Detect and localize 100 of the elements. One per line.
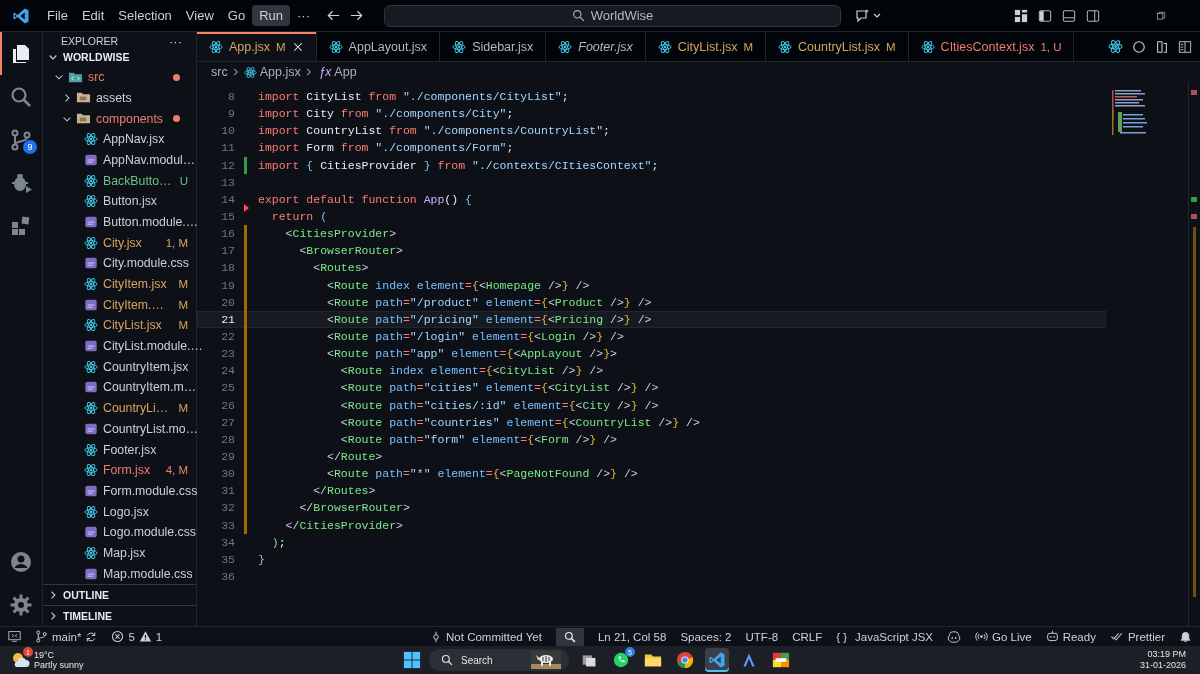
breadcrumb-item[interactable]: src (211, 65, 228, 79)
more-button[interactable]: ··· (290, 5, 317, 26)
go-live-button[interactable]: Go Live (975, 630, 1032, 643)
file-name[interactable]: Button.module.… (103, 214, 198, 229)
file-name[interactable]: Map.module.css (103, 566, 193, 581)
more-button[interactable]: ··· (169, 33, 182, 49)
atom-icon (84, 442, 98, 457)
folder-name[interactable]: assets (96, 90, 132, 105)
menu-item[interactable]: File (40, 5, 75, 26)
colorful-app-icon[interactable] (772, 651, 790, 669)
folder-name[interactable]: components (96, 111, 163, 126)
chat-app-icon[interactable] (612, 651, 630, 669)
line-ending-status[interactable]: CRLF (792, 630, 823, 643)
breadcrumb-item[interactable]: App (334, 65, 357, 79)
git-status-label: M (177, 402, 188, 415)
menu-item[interactable]: Selection (111, 5, 179, 26)
panel-toggle-icon[interactable] (1062, 8, 1076, 23)
sidebar-toggle-icon[interactable] (1038, 8, 1052, 23)
editor-tab[interactable]: Footer.jsx (546, 32, 646, 61)
menu-item[interactable]: Run (252, 5, 290, 26)
breadcrumb-item[interactable]: App.jsx (259, 65, 301, 79)
search-icon[interactable] (9, 84, 33, 109)
assistant-icon[interactable] (947, 629, 962, 644)
triangle-app-icon[interactable] (741, 652, 757, 668)
scrollbar[interactable] (1188, 82, 1200, 626)
line-number: 22 (220, 330, 235, 344)
section-title[interactable]: TIMELINE (63, 610, 112, 622)
ready-status[interactable]: Ready (1045, 630, 1096, 643)
file-name[interactable]: Logo.module.css (103, 525, 196, 540)
clock-date[interactable]: 31-01-2026 (1139, 660, 1186, 671)
code-token: < (340, 364, 348, 378)
start-icon[interactable] (403, 651, 421, 669)
code-token: { (541, 381, 548, 395)
file-name[interactable]: CityList.module.… (103, 339, 203, 354)
file-name[interactable]: CityItem.… (103, 297, 164, 312)
search-button[interactable] (555, 627, 584, 646)
editor-tab[interactable]: Sidebar.jsx (440, 32, 547, 61)
file-name[interactable]: CountryItem.jsx (103, 359, 189, 374)
cursor-position[interactable]: Ln 21, Col 58 (597, 630, 667, 643)
command-search-field[interactable]: WorldWise (384, 4, 841, 27)
secondary-sidebar-icon[interactable] (1086, 8, 1100, 23)
folder-name[interactable]: src (88, 70, 105, 85)
project-name[interactable]: WORLDWISE (63, 50, 130, 63)
code-token: < (575, 398, 583, 412)
atom-icon (84, 318, 98, 333)
code-token: </ (313, 484, 328, 498)
split-editor-icon[interactable] (1178, 39, 1192, 54)
menu-item[interactable]: Go (220, 5, 253, 26)
remote-icon[interactable] (8, 630, 21, 643)
file-name[interactable]: Form.module.css (103, 483, 198, 498)
blame-status[interactable]: Not Committed Yet (430, 630, 542, 643)
file-name[interactable]: City.module.css (103, 256, 189, 271)
file-name[interactable]: CountryList.mo… (103, 421, 198, 436)
file-name[interactable]: Map.jsx (103, 545, 146, 560)
file-name[interactable]: City.jsx (103, 235, 142, 250)
file-name[interactable]: CityList.jsx (103, 318, 162, 333)
clock-time[interactable]: 03:19 PM (1147, 649, 1186, 660)
restore-window-icon[interactable] (1156, 10, 1166, 21)
circle-icon[interactable] (1132, 39, 1146, 54)
code-token: { (306, 158, 314, 172)
editor-tab[interactable]: CountryList.jsx M (766, 32, 909, 61)
file-name[interactable]: Footer.jsx (103, 442, 157, 457)
back-arrow-icon[interactable] (326, 8, 341, 23)
editor-tab[interactable]: CItiesContext.jsx 1, U (908, 32, 1075, 61)
branch-status[interactable]: main* (35, 630, 98, 643)
code-token: Pricing (554, 312, 604, 326)
close-icon[interactable] (291, 40, 304, 53)
section-title[interactable]: OUTLINE (63, 589, 110, 601)
browser-icon[interactable] (676, 651, 694, 669)
file-name[interactable]: CityItem.jsx (103, 277, 167, 292)
taskbar-search-field[interactable]: Search (429, 649, 569, 671)
file-name[interactable]: AppNav.jsx (103, 132, 165, 147)
forward-arrow-icon[interactable] (349, 8, 364, 23)
account-icon[interactable] (9, 549, 33, 574)
problems-status[interactable]: 5 1 (111, 630, 163, 643)
atom-icon[interactable] (1108, 39, 1123, 54)
source-control-icon[interactable] (9, 127, 33, 152)
file-name[interactable]: CountryItem.m… (103, 380, 196, 395)
layout-icon[interactable] (1014, 8, 1028, 23)
compare-icon[interactable] (1155, 39, 1169, 54)
file-name[interactable]: AppNav.modul… (103, 152, 196, 167)
editor-tab[interactable]: CityList.jsx M (645, 32, 767, 61)
code-token: = (561, 398, 569, 412)
menu-item[interactable]: View (178, 5, 221, 26)
bell-icon[interactable] (1179, 630, 1192, 643)
formatter-status[interactable]: Prettier (1109, 630, 1165, 643)
menu-item[interactable]: Edit (74, 5, 112, 26)
indentation-status[interactable]: Spaces: 2 (680, 630, 732, 643)
file-name[interactable]: BackButto… (103, 173, 172, 188)
language-status[interactable]: { } JavaScript JSX (836, 630, 934, 643)
editor-tab[interactable]: App.jsx M (197, 32, 317, 61)
weather-icon[interactable] (10, 650, 30, 670)
settings-icon[interactable] (9, 592, 33, 617)
chat-sparkle-icon[interactable] (855, 7, 881, 24)
file-name[interactable]: Logo.jsx (103, 504, 149, 519)
editor-tab[interactable]: AppLayout.jsx (316, 32, 441, 61)
file-name[interactable]: Button.jsx (103, 194, 157, 209)
file-name[interactable]: Form.jsx (103, 463, 151, 478)
encoding-status[interactable]: UTF-8 (745, 630, 779, 643)
file-name[interactable]: CountryLi… (103, 401, 168, 416)
